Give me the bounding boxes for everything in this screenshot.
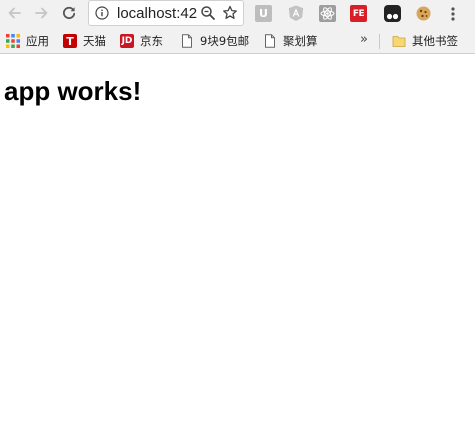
tmall-icon: T bbox=[63, 34, 77, 48]
bookmarks-divider bbox=[379, 34, 380, 49]
bookmark-tmall-label: 天猫 bbox=[83, 34, 106, 48]
arrow-right-icon bbox=[35, 7, 48, 19]
star-icon[interactable] bbox=[222, 5, 238, 21]
address-bar[interactable]: localhost:42 bbox=[88, 0, 244, 26]
more-vert-icon bbox=[451, 7, 455, 21]
reload-button[interactable] bbox=[58, 2, 80, 24]
tampermonkey-icon[interactable] bbox=[384, 5, 401, 22]
page-content: app works! bbox=[0, 55, 475, 445]
angular-icon[interactable] bbox=[287, 5, 304, 22]
bookmark-9kuai9[interactable]: 9块9包邮 bbox=[180, 31, 249, 51]
bookmark-other-label: 其他书签 bbox=[412, 34, 458, 48]
info-icon[interactable] bbox=[95, 6, 109, 20]
react-icon[interactable] bbox=[319, 5, 336, 22]
forward-button[interactable] bbox=[30, 2, 52, 24]
menu-button[interactable] bbox=[446, 4, 460, 24]
reload-icon bbox=[63, 6, 76, 20]
page-icon bbox=[265, 34, 275, 48]
address-text[interactable]: localhost:42 bbox=[117, 4, 197, 24]
bookmark-apps-label: 应用 bbox=[26, 34, 49, 48]
page-heading: app works! bbox=[4, 76, 142, 106]
bookmark-juhuasuan-label: 聚划算 bbox=[283, 34, 318, 48]
bookmark-tmall[interactable]: T 天猫 bbox=[63, 31, 106, 51]
u-extension-icon[interactable]: U bbox=[255, 5, 272, 22]
cookie-icon[interactable] bbox=[415, 5, 432, 22]
arrow-left-icon bbox=[8, 7, 21, 19]
bookmark-juhuasuan[interactable]: 聚划算 bbox=[263, 31, 318, 51]
page-icon bbox=[182, 34, 192, 48]
bookmark-jd[interactable]: JD 京东 bbox=[120, 31, 163, 51]
back-button[interactable] bbox=[4, 2, 26, 24]
apps-grid-icon bbox=[6, 34, 20, 48]
fe-extension-icon[interactable]: FE bbox=[350, 5, 367, 22]
bookmarks-bar: 应用 T 天猫 JD 京东 9块9包邮 聚划算 » 其他书签 bbox=[0, 28, 475, 54]
jd-icon: JD bbox=[120, 34, 134, 48]
bookmark-other-folder[interactable]: 其他书签 bbox=[392, 31, 458, 51]
zoom-icon[interactable] bbox=[200, 5, 216, 21]
bookmark-9kuai9-label: 9块9包邮 bbox=[200, 34, 250, 48]
folder-icon bbox=[392, 36, 406, 47]
bookmark-apps[interactable]: 应用 bbox=[6, 31, 49, 51]
browser-toolbar: localhost:42 U FE bbox=[0, 0, 475, 28]
more-bookmarks-button[interactable]: » bbox=[360, 32, 368, 47]
bookmark-jd-label: 京东 bbox=[140, 34, 163, 48]
